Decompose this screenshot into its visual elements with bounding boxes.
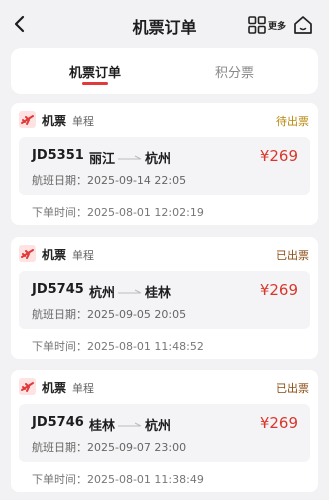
order-card[interactable]: 机票 单程 已出票 JD5745 杭州 桂林 ¥269 航班日期：2025-09… xyxy=(11,237,318,359)
arrival-city: 桂林 xyxy=(145,286,172,301)
price: ¥269 xyxy=(259,147,298,165)
flight-number: JD5746 xyxy=(32,415,84,430)
route-arrow-icon xyxy=(118,422,142,427)
flight-summary[interactable]: JD5351 丽江 杭州 ¥269 航班日期：2025-09-14 22:05 xyxy=(19,137,310,195)
price: ¥269 xyxy=(259,414,298,432)
departure-city: 丽江 xyxy=(89,152,116,167)
order-time: 下单时间：2025-08-01 12:02:19 xyxy=(32,206,204,219)
price: ¥269 xyxy=(259,281,298,299)
home-icon[interactable] xyxy=(292,14,314,36)
order-header: 机票 单程 已出票 xyxy=(19,245,309,263)
airplane-icon xyxy=(19,245,36,262)
product-type: 机票 xyxy=(42,248,67,262)
active-tab-indicator xyxy=(82,82,108,85)
flight-summary[interactable]: JD5745 杭州 桂林 ¥269 航班日期：2025-09-05 20:05 xyxy=(19,271,310,329)
departure-city: 桂林 xyxy=(89,419,116,434)
flight-summary[interactable]: JD5746 桂林 杭州 ¥269 航班日期：2025-09-07 23:00 xyxy=(19,404,310,462)
order-header: 机票 单程 待出票 xyxy=(19,111,309,129)
more-label: 更多 xyxy=(268,22,287,32)
route-arrow-icon xyxy=(118,289,142,294)
departure-city: 杭州 xyxy=(89,286,116,301)
tab-flight-orders[interactable]: 机票订单 xyxy=(69,62,121,81)
status-badge: 待出票 xyxy=(276,115,309,128)
airplane-icon xyxy=(19,378,36,395)
flight-date: 航班日期：2025-09-05 20:05 xyxy=(32,308,187,321)
product-type: 机票 xyxy=(42,381,67,395)
order-card[interactable]: 机票 单程 已出票 JD5746 桂林 杭州 ¥269 航班日期：2025-09… xyxy=(11,370,318,492)
trip-type: 单程 xyxy=(72,382,94,395)
product-type: 机票 xyxy=(42,114,67,128)
status-badge: 已出票 xyxy=(276,249,309,262)
more-button[interactable]: 更多 xyxy=(248,16,288,34)
order-time: 下单时间：2025-08-01 11:48:52 xyxy=(32,340,204,353)
flight-number: JD5351 xyxy=(32,148,84,163)
order-header: 机票 单程 已出票 xyxy=(19,378,309,396)
flight-date: 航班日期：2025-09-14 22:05 xyxy=(32,174,187,187)
airplane-icon xyxy=(19,111,36,128)
arrival-city: 杭州 xyxy=(145,419,172,434)
order-card[interactable]: 机票 单程 待出票 JD5351 丽江 杭州 ¥269 航班日期：2025-09… xyxy=(11,103,318,225)
order-time: 下单时间：2025-08-01 11:38:49 xyxy=(32,473,204,486)
grid-icon xyxy=(248,16,266,34)
tab-bar: 机票订单 积分票 xyxy=(11,48,318,94)
route-arrow-icon xyxy=(118,155,142,160)
arrival-city: 杭州 xyxy=(145,152,172,167)
trip-type: 单程 xyxy=(72,249,94,262)
flight-number: JD5745 xyxy=(32,282,84,297)
status-badge: 已出票 xyxy=(276,382,309,395)
nav-bar: 机票订单 更多 xyxy=(0,0,329,48)
tab-points-tickets[interactable]: 积分票 xyxy=(215,62,254,81)
trip-type: 单程 xyxy=(72,115,94,128)
flight-date: 航班日期：2025-09-07 23:00 xyxy=(32,441,187,454)
